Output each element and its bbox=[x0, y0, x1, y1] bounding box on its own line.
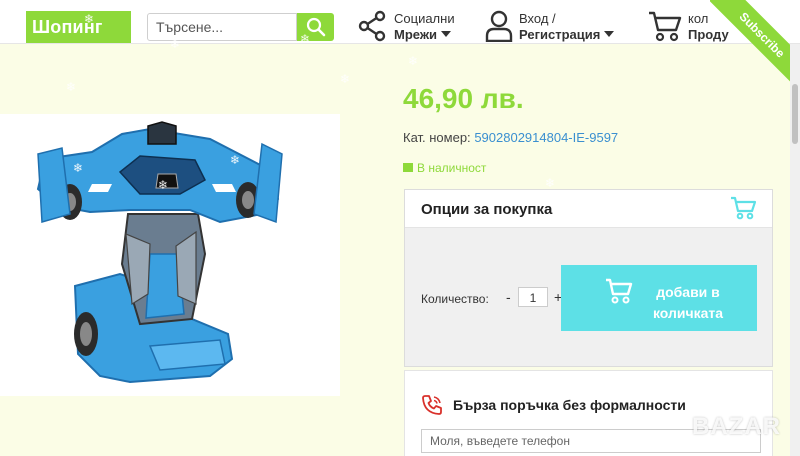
phone-icon bbox=[422, 395, 442, 415]
login-label: Вход / bbox=[519, 11, 556, 26]
quick-order-title: Бърза поръчка без формалности bbox=[453, 397, 686, 413]
social-label-bottom: Мрежи bbox=[394, 27, 452, 42]
product-price: 46,90 лв. bbox=[403, 83, 524, 114]
purchase-options-header: Опции за покупка bbox=[405, 190, 772, 228]
chevron-down-icon bbox=[604, 31, 615, 37]
chevron-down-icon bbox=[441, 31, 452, 37]
snowflake-icon: ❄ bbox=[66, 80, 77, 94]
add-to-cart-label: добави в количката bbox=[652, 284, 724, 321]
subscribe-ribbon[interactable]: Subscribe bbox=[710, 0, 800, 90]
scrollbar-thumb[interactable] bbox=[792, 84, 798, 144]
snowflake-icon: ❄ bbox=[545, 176, 556, 190]
login-register-menu[interactable]: Вход / Регистрация bbox=[485, 10, 630, 44]
page-scrollbar[interactable] bbox=[790, 44, 800, 456]
catalog-number-row: Кат. номер: 5902802914804-IE-9597 bbox=[403, 130, 618, 145]
gift-icon bbox=[403, 163, 413, 172]
snowflake-icon: ❄ bbox=[170, 37, 181, 51]
add-to-cart-button[interactable]: добави в количката bbox=[561, 265, 757, 331]
quantity-input[interactable]: 1 bbox=[518, 287, 548, 307]
register-label: Регистрация bbox=[519, 27, 615, 42]
social-label-top: Социални bbox=[394, 11, 455, 26]
snowflake-icon: ❄ bbox=[300, 32, 311, 46]
product-image[interactable] bbox=[0, 114, 340, 396]
transformer-car-toy-image bbox=[36, 121, 283, 384]
purchase-options-panel: Опции за покупка Количество: - 1 + добав… bbox=[404, 189, 773, 367]
snowflake-icon: ❄ bbox=[408, 54, 419, 68]
cart-label-top: кол bbox=[688, 11, 709, 26]
subscribe-label: Subscribe bbox=[710, 0, 800, 90]
site-logo[interactable]: Шопинг bbox=[26, 11, 131, 43]
snowflake-icon: ❄ bbox=[158, 178, 169, 192]
social-networks-menu[interactable]: Социални Мрежи bbox=[358, 10, 468, 44]
stock-label: В наличност bbox=[417, 161, 487, 175]
snowflake-icon: ❄ bbox=[84, 12, 95, 26]
purchase-options-title: Опции за покупка bbox=[421, 201, 553, 218]
quantity-decrease-button[interactable]: - bbox=[506, 289, 511, 305]
catalog-number[interactable]: 5902802914804-IE-9597 bbox=[474, 130, 618, 145]
bazar-watermark: BAZAR bbox=[692, 413, 781, 440]
snowflake-icon: ❄ bbox=[73, 161, 84, 175]
snowflake-icon: ❄ bbox=[230, 153, 241, 167]
cart-icon bbox=[731, 196, 756, 220]
snowflake-icon: ❄ bbox=[340, 72, 351, 86]
site-header: Шопинг Социални Мрежи Вход / Регистрация bbox=[0, 0, 800, 44]
stock-status: В наличност bbox=[403, 161, 486, 175]
catalog-label: Кат. номер: bbox=[403, 130, 471, 145]
share-icon bbox=[358, 10, 386, 42]
cart-icon bbox=[649, 11, 682, 42]
quantity-label: Количество: bbox=[421, 292, 489, 306]
user-icon bbox=[485, 10, 513, 42]
